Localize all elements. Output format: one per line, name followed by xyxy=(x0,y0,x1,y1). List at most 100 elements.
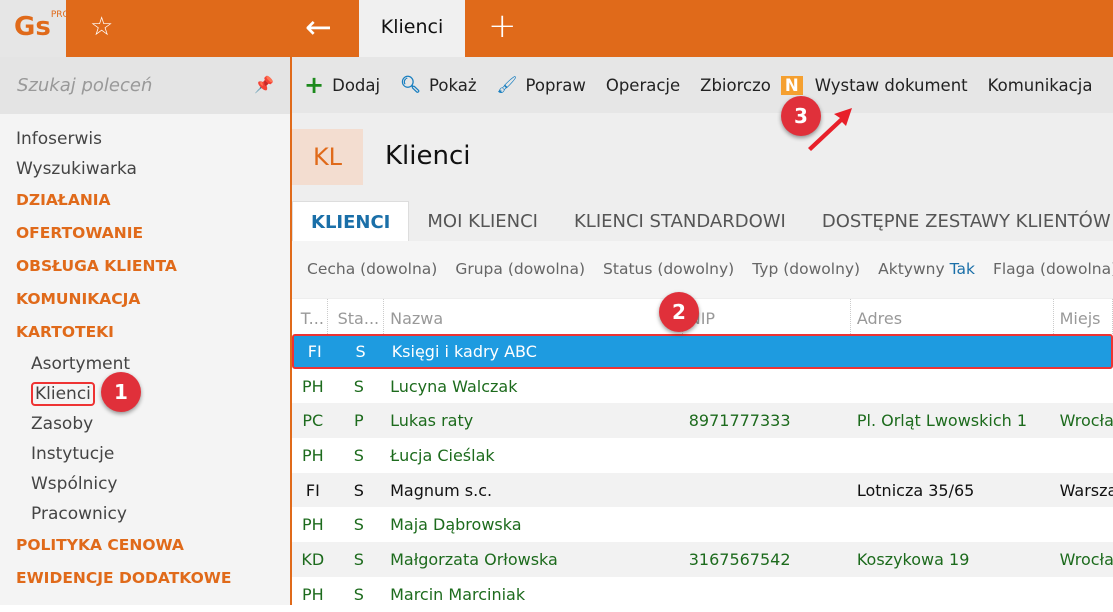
table-row[interactable]: PH S Marcin Marciniak xyxy=(292,577,1113,612)
sidebar-item[interactable]: EWIDENCJE DODATKOWE xyxy=(0,562,290,595)
table-cell: S xyxy=(353,515,364,535)
table-cell: PH xyxy=(301,445,324,465)
col-header-city[interactable]: Miejs xyxy=(1054,299,1113,334)
table-cell: Magnum s.c. xyxy=(390,480,493,500)
show-button[interactable]: 🔍︎ Pokaż xyxy=(400,75,476,95)
filter-flaga[interactable]: Flaga (dowolna) xyxy=(993,260,1113,298)
table-row[interactable]: PH S Łucja Cieślak xyxy=(292,438,1113,473)
tab-moi-klienci[interactable]: MOI KLIENCI xyxy=(409,201,556,241)
table-cell: Wrocław xyxy=(1059,549,1113,569)
table-cell: FI xyxy=(305,480,320,500)
sidebar-item[interactable]: Wyszukiwarka xyxy=(0,154,290,184)
summary-button[interactable]: Zbiorczo xyxy=(700,76,771,95)
sidebar: Szukaj poleceń 📌 Infoserwis Wyszukiwarka DZ… xyxy=(0,57,290,605)
table-cell: PH xyxy=(301,376,324,396)
table-cell: S xyxy=(355,341,366,361)
tab-klienci[interactable]: Klienci xyxy=(359,0,465,57)
sidebar-item[interactable]: Wspólnicy xyxy=(0,469,290,499)
table-row[interactable]: FI S Księgi i kadry ABC xyxy=(292,334,1113,369)
table-cell: Maja Dąbrowska xyxy=(390,515,522,535)
toolbar: + Dodaj 🔍︎ Pokaż 🖌︎ Popraw Operacje Zbiorcz… xyxy=(292,57,1113,113)
table-cell: Warszawa xyxy=(1059,480,1113,500)
col-header-nip[interactable]: NIP xyxy=(683,299,851,334)
table-cell: Wrocław xyxy=(1059,411,1113,431)
sidebar-item[interactable]: KARTOTEKI xyxy=(0,316,290,349)
table-cell: S xyxy=(353,549,364,569)
sidebar-item[interactable]: Asortyment xyxy=(0,349,290,379)
table-cell: Pl. Orląt Lwowskich 1 xyxy=(856,411,1028,431)
edit-button[interactable]: 🖌︎ Popraw xyxy=(497,75,586,95)
table-cell: S xyxy=(353,376,364,396)
table-row[interactable]: PC P Lukas raty 8971777333 Pl. Orląt Lwowski… xyxy=(292,403,1113,439)
table-cell: Koszykowa 19 xyxy=(856,549,970,569)
sidebar-item[interactable]: POLITYKA CENOWA xyxy=(0,529,290,562)
clients-table: T... Sta... Nazwa NIP Adres Miejs FI S Ksi… xyxy=(292,298,1113,612)
command-search-input[interactable]: Szukaj poleceń 📌 xyxy=(0,57,290,114)
tab-klienci-view[interactable]: KLIENCI xyxy=(292,201,410,241)
table-cell: PH xyxy=(301,515,324,535)
table-cell: Lukas raty xyxy=(390,411,474,431)
table-row[interactable]: FI S Magnum s.c. Lotnicza 35/65 Warszawa xyxy=(292,472,1113,508)
add-button[interactable]: + Dodaj xyxy=(304,71,380,99)
table-cell: S xyxy=(353,445,364,465)
table-cell: 3167567542 xyxy=(688,549,791,569)
sidebar-item[interactable]: Klienci xyxy=(0,379,290,409)
col-header-status[interactable]: Sta... xyxy=(328,299,385,334)
brush-icon: 🖌︎ xyxy=(496,75,518,94)
sidebar-item[interactable]: Infoserwis xyxy=(0,124,290,154)
new-badge: N xyxy=(780,75,803,95)
col-header-address[interactable]: Adres xyxy=(851,299,1054,334)
table-cell: FI xyxy=(307,341,322,361)
page-title: Klienci xyxy=(385,141,471,171)
filter-cecha[interactable]: Cecha (dowolna) xyxy=(307,260,437,298)
plus-icon: + xyxy=(304,71,325,99)
table-cell: S xyxy=(353,584,364,604)
step-marker-2: 2 xyxy=(659,292,699,332)
filter-aktywny[interactable]: Aktywny Tak xyxy=(878,260,975,298)
sidebar-item[interactable]: Pracownicy xyxy=(0,499,290,529)
issue-document-button[interactable]: Wystaw dokument xyxy=(815,76,968,95)
view-tabs: KLIENCI MOI KLIENCI KLIENCI STANDARDOWI … xyxy=(292,201,1113,241)
table-cell: PH xyxy=(301,584,324,604)
communication-button[interactable]: Komunikacja xyxy=(988,76,1093,95)
module-badge: KL xyxy=(292,129,363,185)
sidebar-item[interactable]: Instytucje xyxy=(0,439,290,469)
table-cell: 8971777333 xyxy=(688,411,791,431)
filter-bar: Cecha (dowolna) Grupa (dowolna) Status (… xyxy=(292,241,1113,298)
table-cell: PC xyxy=(302,411,324,431)
filter-status[interactable]: Status (dowolny) xyxy=(603,260,734,298)
tab-klienci-standardowi[interactable]: KLIENCI STANDARDOWI xyxy=(556,201,804,241)
table-cell: Marcin Marciniak xyxy=(390,584,526,604)
arrow-pointer-icon xyxy=(808,108,852,151)
sidebar-item[interactable]: KOMUNIKACJA xyxy=(0,283,290,316)
filter-typ[interactable]: Typ (dowolny) xyxy=(752,260,860,298)
new-tab-plus-icon[interactable]: + xyxy=(488,6,517,46)
col-header-name[interactable]: Nazwa xyxy=(384,299,683,334)
table-cell: Łucja Cieślak xyxy=(390,445,495,465)
table-cell: S xyxy=(353,480,364,500)
back-arrow-icon[interactable]: ← xyxy=(305,8,332,46)
star-icon[interactable]: ☆ xyxy=(90,12,113,42)
table-cell: Księgi i kadry ABC xyxy=(391,341,537,361)
table-cell: Lotnicza 35/65 xyxy=(856,480,975,500)
step-marker-1: 1 xyxy=(101,372,141,412)
table-header: T... Sta... Nazwa NIP Adres Miejs xyxy=(292,298,1113,334)
table-cell: KD xyxy=(301,549,325,569)
sidebar-item[interactable]: DZIAŁANIA xyxy=(0,184,290,217)
table-cell: Lucyna Walczak xyxy=(390,376,518,396)
sidebar-item[interactable]: OBSŁUGA KLIENTA xyxy=(0,250,290,283)
operations-button[interactable]: Operacje xyxy=(606,76,680,95)
table-cell: P xyxy=(354,411,364,431)
table-row[interactable]: PH S Maja Dąbrowska xyxy=(292,507,1113,542)
filter-grupa[interactable]: Grupa (dowolna) xyxy=(455,260,585,298)
top-bar xyxy=(0,0,1113,57)
sidebar-item[interactable]: Zasoby xyxy=(0,409,290,439)
page-header: KL Klienci xyxy=(292,113,1113,201)
col-header-type[interactable]: T... xyxy=(292,299,328,334)
sidebar-item[interactable]: OFERTOWANIE xyxy=(0,217,290,250)
search-icon: 🔍︎ xyxy=(400,75,422,94)
pin-icon[interactable]: 📌 xyxy=(254,75,274,94)
table-row[interactable]: PH S Lucyna Walczak xyxy=(292,369,1113,404)
table-row[interactable]: KD S Małgorzata Orłowska 3167567542 Koszykow… xyxy=(292,542,1113,577)
tab-dostepne-zestawy[interactable]: DOSTĘPNE ZESTAWY KLIENTÓW xyxy=(804,201,1113,241)
